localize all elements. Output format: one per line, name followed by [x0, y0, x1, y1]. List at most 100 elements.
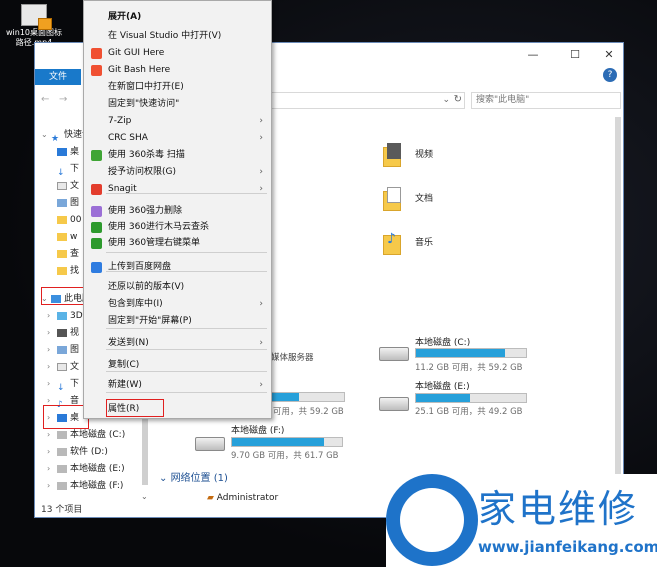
refresh-icon[interactable]: ↻ — [454, 94, 462, 105]
tree-item[interactable]: › 视 — [47, 325, 79, 341]
document-icon — [57, 181, 67, 190]
folder-icon — [57, 249, 67, 258]
close-button[interactable]: ✕ — [601, 48, 617, 62]
menu-item[interactable]: 展开(A) — [84, 9, 271, 25]
windows-drive-icon[interactable] — [379, 347, 409, 361]
menu-item-label: CRC SHA — [108, 133, 148, 143]
download-icon: ↓ — [57, 167, 65, 178]
menu-item[interactable]: 7-Zip › — [84, 113, 271, 129]
tree-item[interactable]: 桌 — [57, 144, 79, 160]
menu-item-label: 新建(W) — [108, 380, 142, 390]
chevron-right-icon: › — [259, 380, 263, 390]
status-bar: 13 个项目 — [41, 505, 83, 515]
chevron-right-icon[interactable]: › — [47, 325, 57, 341]
menu-item[interactable]: 上传到百度网盘 — [84, 259, 271, 275]
logo-inner — [400, 488, 464, 552]
folder-videos[interactable] — [383, 143, 403, 169]
chevron-right-icon[interactable]: › — [47, 461, 57, 477]
menu-item[interactable]: 使用 360管理右键菜单 — [84, 235, 271, 251]
folder-documents[interactable] — [383, 187, 403, 213]
tree-item[interactable]: › 本地磁盘 (E:) — [47, 461, 125, 477]
back-icon[interactable]: ← — [41, 94, 49, 105]
chevron-right-icon[interactable]: › — [47, 342, 57, 358]
help-icon[interactable]: ? — [603, 68, 617, 82]
drive-usage-bar — [231, 437, 343, 447]
tree-item[interactable]: 00 — [57, 212, 81, 228]
tree-item[interactable]: › 文 — [47, 359, 79, 375]
menu-separator — [106, 271, 267, 272]
chevron-right-icon[interactable]: › — [47, 478, 57, 494]
drive-icon[interactable] — [379, 397, 409, 411]
drive-icon — [57, 481, 67, 490]
drive-icon — [57, 430, 67, 439]
star-icon: ★ — [51, 133, 60, 144]
menu-item[interactable]: 固定到"快速访问" — [84, 96, 271, 112]
menu-separator — [106, 371, 267, 372]
context-menu: 展开(A) 在 Visual Studio 中打开(V) Git GUI Here G… — [83, 0, 272, 419]
chevron-right-icon[interactable]: › — [47, 308, 57, 324]
menu-item[interactable]: Snagit › — [84, 181, 271, 197]
tree-item[interactable]: 找 — [57, 263, 79, 279]
menu-item[interactable]: Git GUI Here — [84, 45, 271, 61]
menu-item[interactable]: 使用 360进行木马云查杀 — [84, 219, 271, 235]
menu-item[interactable]: 固定到"开始"屏幕(P) — [84, 313, 271, 329]
menu-item-label: 固定到"快速访问" — [108, 99, 180, 109]
drive-usage-fill — [232, 438, 325, 446]
tree-item[interactable]: › 图 — [47, 342, 79, 358]
chevron-down-icon[interactable]: ⌄ — [41, 127, 51, 143]
360-icon — [91, 222, 102, 233]
menu-item-label: Git Bash Here — [108, 65, 171, 75]
network-item[interactable]: ▰ Administrator — [207, 493, 278, 503]
tree-item[interactable]: w — [57, 229, 77, 245]
drive-usage-bar — [415, 348, 527, 358]
folder-icon — [57, 215, 67, 224]
tree-item[interactable]: › 3D — [47, 308, 83, 324]
chevron-down-icon[interactable]: ⌄ — [442, 95, 450, 105]
menu-item[interactable]: Git Bash Here — [84, 62, 271, 78]
content-scrollbar[interactable] — [615, 117, 621, 495]
maximize-button[interactable]: ☐ — [567, 48, 583, 62]
menu-item[interactable]: 在新窗口中打开(E) — [84, 79, 271, 95]
document-icon — [387, 187, 401, 203]
chevron-right-icon[interactable]: › — [47, 359, 57, 375]
menu-item[interactable]: 包含到库中(I) › — [84, 296, 271, 312]
menu-item-label: 7-Zip — [108, 116, 132, 126]
menu-item[interactable]: 使用 360杀毒 扫描 — [84, 147, 271, 163]
chevron-right-icon[interactable]: › — [47, 444, 57, 460]
menu-item[interactable]: 授予访问权限(G) › — [84, 164, 271, 180]
menu-item[interactable]: 还原以前的版本(V) — [84, 279, 271, 295]
tree-item[interactable]: 查 — [57, 246, 79, 262]
search-input[interactable]: 搜索"此电脑" — [471, 92, 621, 109]
tree-item[interactable]: 文 — [57, 178, 79, 194]
drive-icon[interactable] — [195, 437, 225, 451]
tree-item[interactable]: › ↓ 下 — [47, 376, 79, 393]
address-bar[interactable]: ⌄ ↻ — [271, 92, 465, 109]
menu-item-label: 包含到库中(I) — [108, 299, 163, 309]
chevron-down-icon[interactable]: ⌄ — [141, 492, 148, 501]
file-tab[interactable]: 文件 — [35, 69, 81, 85]
tree-item[interactable]: 图 — [57, 195, 79, 211]
menu-item-label: Git GUI Here — [108, 48, 165, 58]
chevron-down-icon[interactable]: ⌄ — [159, 473, 171, 484]
drive-label: 本地磁盘 (E:) — [415, 382, 470, 392]
network-section-header[interactable]: ⌄ 网络位置 (1) — [159, 469, 228, 484]
desktop: win10桌面图标路径.mp4 — ☐ ✕ 文件 ? ← → ⌄ ↻ 搜索"此电… — [0, 0, 657, 567]
chevron-right-icon[interactable]: › — [47, 376, 57, 392]
menu-item[interactable]: 新建(W) › — [84, 377, 271, 393]
360-icon — [91, 238, 102, 249]
menu-separator — [106, 252, 267, 253]
picture-icon — [57, 198, 67, 207]
tree-item[interactable]: ↓ 下 — [57, 161, 79, 178]
chevron-right-icon[interactable]: › — [47, 427, 57, 443]
cloud-icon — [91, 262, 102, 273]
menu-item[interactable]: CRC SHA › — [84, 130, 271, 146]
tree-item[interactable]: › 软件 (D:) — [47, 444, 108, 460]
tree-item[interactable]: › 本地磁盘 (F:) — [47, 478, 123, 494]
minimize-button[interactable]: — — [525, 48, 541, 62]
forward-icon[interactable]: → — [59, 94, 67, 105]
tree-item[interactable]: › 本地磁盘 (C:) — [47, 427, 125, 443]
menu-item[interactable]: 在 Visual Studio 中打开(V) — [84, 28, 271, 44]
chevron-right-icon: › — [259, 299, 263, 309]
menu-item[interactable]: 使用 360强力删除 — [84, 203, 271, 219]
folder-music[interactable]: ♪ — [383, 231, 403, 257]
